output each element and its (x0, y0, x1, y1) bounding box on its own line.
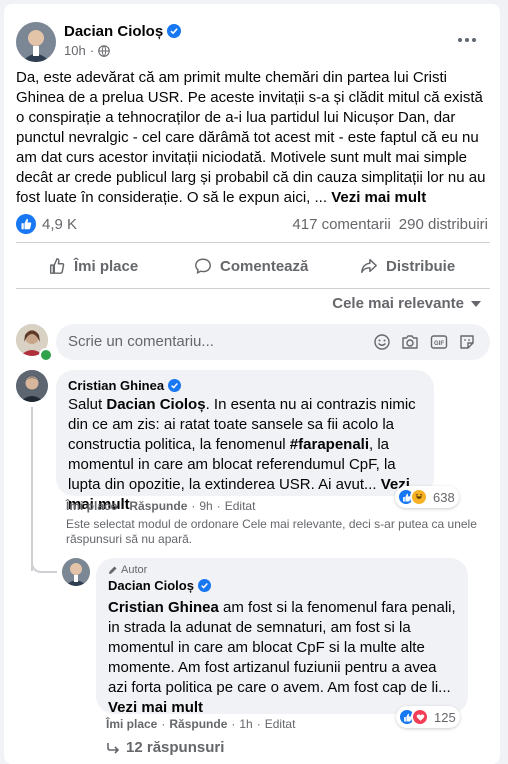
comment-author-row: Cristian Ghinea (68, 378, 182, 393)
comment-reply-button[interactable]: Răspunde (129, 499, 187, 513)
emoji-icon[interactable] (374, 334, 390, 350)
love-reaction-icon (411, 708, 429, 726)
like-reaction-icon (16, 214, 36, 234)
comment-meta: Îmi place · Răspunde · 9h · Editat (66, 499, 256, 513)
comment-author-name[interactable]: Cristian Ghinea (68, 378, 164, 393)
svg-text:GIF: GIF (434, 341, 444, 347)
stats-divider (16, 242, 490, 243)
haha-reaction-icon (410, 488, 428, 506)
sort-notice: Este selectat modul de ordonare Cele mai… (66, 517, 477, 546)
reply-author-row: Dacian Cioloș (108, 578, 211, 593)
like-button[interactable]: Îmi place (48, 250, 138, 282)
see-more-link[interactable]: Vezi mai mult (331, 189, 426, 206)
sort-dropdown[interactable]: Cele mai relevante (332, 295, 482, 312)
online-status-dot (39, 348, 53, 362)
author-row: Dacian Cioloș (64, 23, 182, 41)
comment-icon (195, 258, 211, 274)
view-replies-link[interactable]: 12 răspunsuri (106, 739, 224, 756)
pencil-icon (109, 566, 117, 574)
post-time[interactable]: 10h (64, 43, 86, 58)
author-name[interactable]: Dacian Cioloș (64, 23, 163, 40)
more-options-icon[interactable] (456, 30, 478, 50)
comment-button[interactable]: Comentează (194, 250, 308, 282)
gif-icon[interactable]: GIF (430, 334, 448, 350)
comment-bubble: Cristian Ghinea Salut Dacian Cioloș. In … (56, 370, 434, 513)
like-icon (49, 258, 65, 274)
reply-reactions-count: 125 (434, 709, 456, 725)
verified-badge-icon (167, 24, 182, 38)
globe-icon (98, 44, 110, 57)
camera-icon[interactable] (401, 334, 419, 350)
reply-arrow-icon (107, 742, 120, 754)
reply-like-button[interactable]: Îmi place (106, 717, 157, 731)
comment-reactions-count: 638 (433, 489, 455, 505)
post-card: Dacian Cioloș 10h · Da, este adevărat că … (4, 4, 500, 764)
comment-input[interactable]: Scrie un comentariu... GIF (56, 324, 490, 360)
reply-mention-link[interactable]: Cristian Ghinea (108, 599, 219, 616)
author-badge-label: Autor (121, 564, 148, 576)
share-icon (361, 258, 377, 274)
comment-time[interactable]: 9h (199, 499, 212, 513)
author-avatar[interactable] (16, 22, 56, 62)
commenter-avatar[interactable] (16, 370, 48, 402)
comment-edited: Editat (224, 499, 256, 513)
sticker-icon[interactable] (459, 334, 475, 350)
reply-edited: Editat (264, 717, 296, 731)
reply-reactions[interactable]: 125 (396, 706, 460, 728)
post-meta: 10h · (64, 43, 110, 58)
share-label: Distribuie (386, 257, 456, 275)
reply-meta: Îmi place · Răspunde · 1h · Editat (106, 717, 296, 731)
post-body: Da, este adevărat că am primit multe che… (16, 68, 490, 208)
comment-input-placeholder: Scrie un comentariu... (68, 333, 214, 350)
reply-see-more-link[interactable]: Vezi mai mult (108, 699, 203, 716)
comment-reactions[interactable]: 638 (395, 486, 459, 508)
comment-text: Salut Dacian Cioloș. In esenta nu ai con… (68, 395, 426, 515)
comment-text-prefix: Salut (68, 396, 107, 413)
comment-like-button[interactable]: Îmi place (66, 499, 117, 513)
like-label: Îmi place (74, 257, 139, 275)
post-stats: 417 comentarii 290 distribuiri (292, 216, 488, 233)
chevron-down-icon (471, 300, 481, 307)
comment-label: Comentează (220, 257, 309, 275)
replies-count: 12 răspunsuri (126, 739, 225, 756)
reply-reply-button[interactable]: Răspunde (169, 717, 227, 731)
thread-branch (31, 555, 57, 573)
comments-count-link[interactable]: 417 comentarii (292, 216, 390, 233)
sort-label: Cele mai relevante (332, 295, 464, 312)
thread-line (31, 407, 33, 571)
reply-text: Cristian Ghinea am fost si la fenomenul … (108, 598, 458, 718)
reaction-summary[interactable]: 4,9 K (16, 214, 77, 234)
reply-time[interactable]: 1h (239, 717, 252, 731)
verified-badge-icon (168, 379, 182, 392)
reply-bubble: Autor Dacian Cioloș Cristian Ghinea am f… (96, 558, 468, 716)
reply-author-name[interactable]: Dacian Cioloș (108, 578, 194, 593)
hashtag-link[interactable]: #farapenali (290, 436, 369, 453)
reply-author-avatar[interactable] (62, 558, 90, 586)
reactions-count: 4,9 K (42, 215, 78, 233)
comment-mention-link[interactable]: Dacian Cioloș (106, 396, 205, 413)
shares-count-link[interactable]: 290 distribuiri (399, 216, 488, 233)
verified-badge-icon (197, 579, 211, 592)
author-badge: Autor (108, 564, 147, 576)
post-text: Da, este adevărat că am primit multe che… (16, 69, 486, 206)
share-button[interactable]: Distribuie (360, 250, 455, 282)
actions-divider (16, 288, 490, 289)
